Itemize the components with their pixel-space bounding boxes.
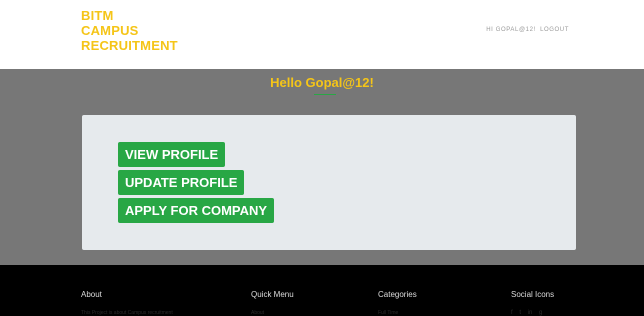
apply-for-company-button[interactable]: APPLY FOR COMPANY — [118, 198, 275, 223]
social-icons-row: f t in g — [511, 310, 554, 316]
logout-link[interactable]: LOGOUT — [540, 27, 569, 33]
brand-logo[interactable]: BITM CAMPUS RECRUITMENT — [81, 8, 178, 53]
footer-about-text: This Project is about Campus recruitment — [81, 310, 173, 316]
hero-section: Hello Gopal@12! VIEW PROFILE UPDATE PROF… — [0, 69, 644, 265]
footer-social: Social Icons f t in g — [511, 290, 554, 316]
brand-line-1: BITM — [81, 8, 114, 23]
brand-line-2: CAMPUS — [81, 23, 139, 38]
footer-categories: Categories Full Time — [378, 290, 417, 316]
facebook-icon[interactable]: f — [511, 310, 513, 316]
user-greeting: HI GOPAL@12! — [486, 27, 536, 33]
footer-quick-menu-item[interactable]: About — [251, 310, 294, 316]
top-nav: HI GOPAL@12! LOGOUT — [484, 27, 569, 33]
welcome-heading: Hello Gopal@12! — [270, 75, 374, 90]
footer-categories-item[interactable]: Full Time — [378, 310, 417, 316]
site-header: BITM CAMPUS RECRUITMENT HI GOPAL@12! LOG… — [0, 0, 644, 69]
heading-underline — [314, 94, 336, 95]
twitter-icon[interactable]: t — [519, 310, 521, 316]
footer-quick-menu: Quick Menu About — [251, 290, 294, 316]
footer-categories-heading: Categories — [378, 290, 417, 299]
google-icon[interactable]: g — [539, 310, 542, 316]
footer-quick-menu-heading: Quick Menu — [251, 290, 294, 299]
brand-line-3: RECRUITMENT — [81, 38, 178, 53]
footer-about-heading: About — [81, 290, 102, 299]
view-profile-button[interactable]: VIEW PROFILE — [118, 142, 226, 167]
site-footer: About This Project is about Campus recru… — [0, 265, 644, 316]
update-profile-button[interactable]: UPDATE PROFILE — [118, 170, 245, 195]
linkedin-icon[interactable]: in — [528, 310, 533, 316]
footer-social-heading: Social Icons — [511, 290, 555, 299]
actions-card: VIEW PROFILE UPDATE PROFILE APPLY FOR CO… — [82, 115, 576, 250]
footer-about: About This Project is about Campus recru… — [81, 290, 173, 316]
